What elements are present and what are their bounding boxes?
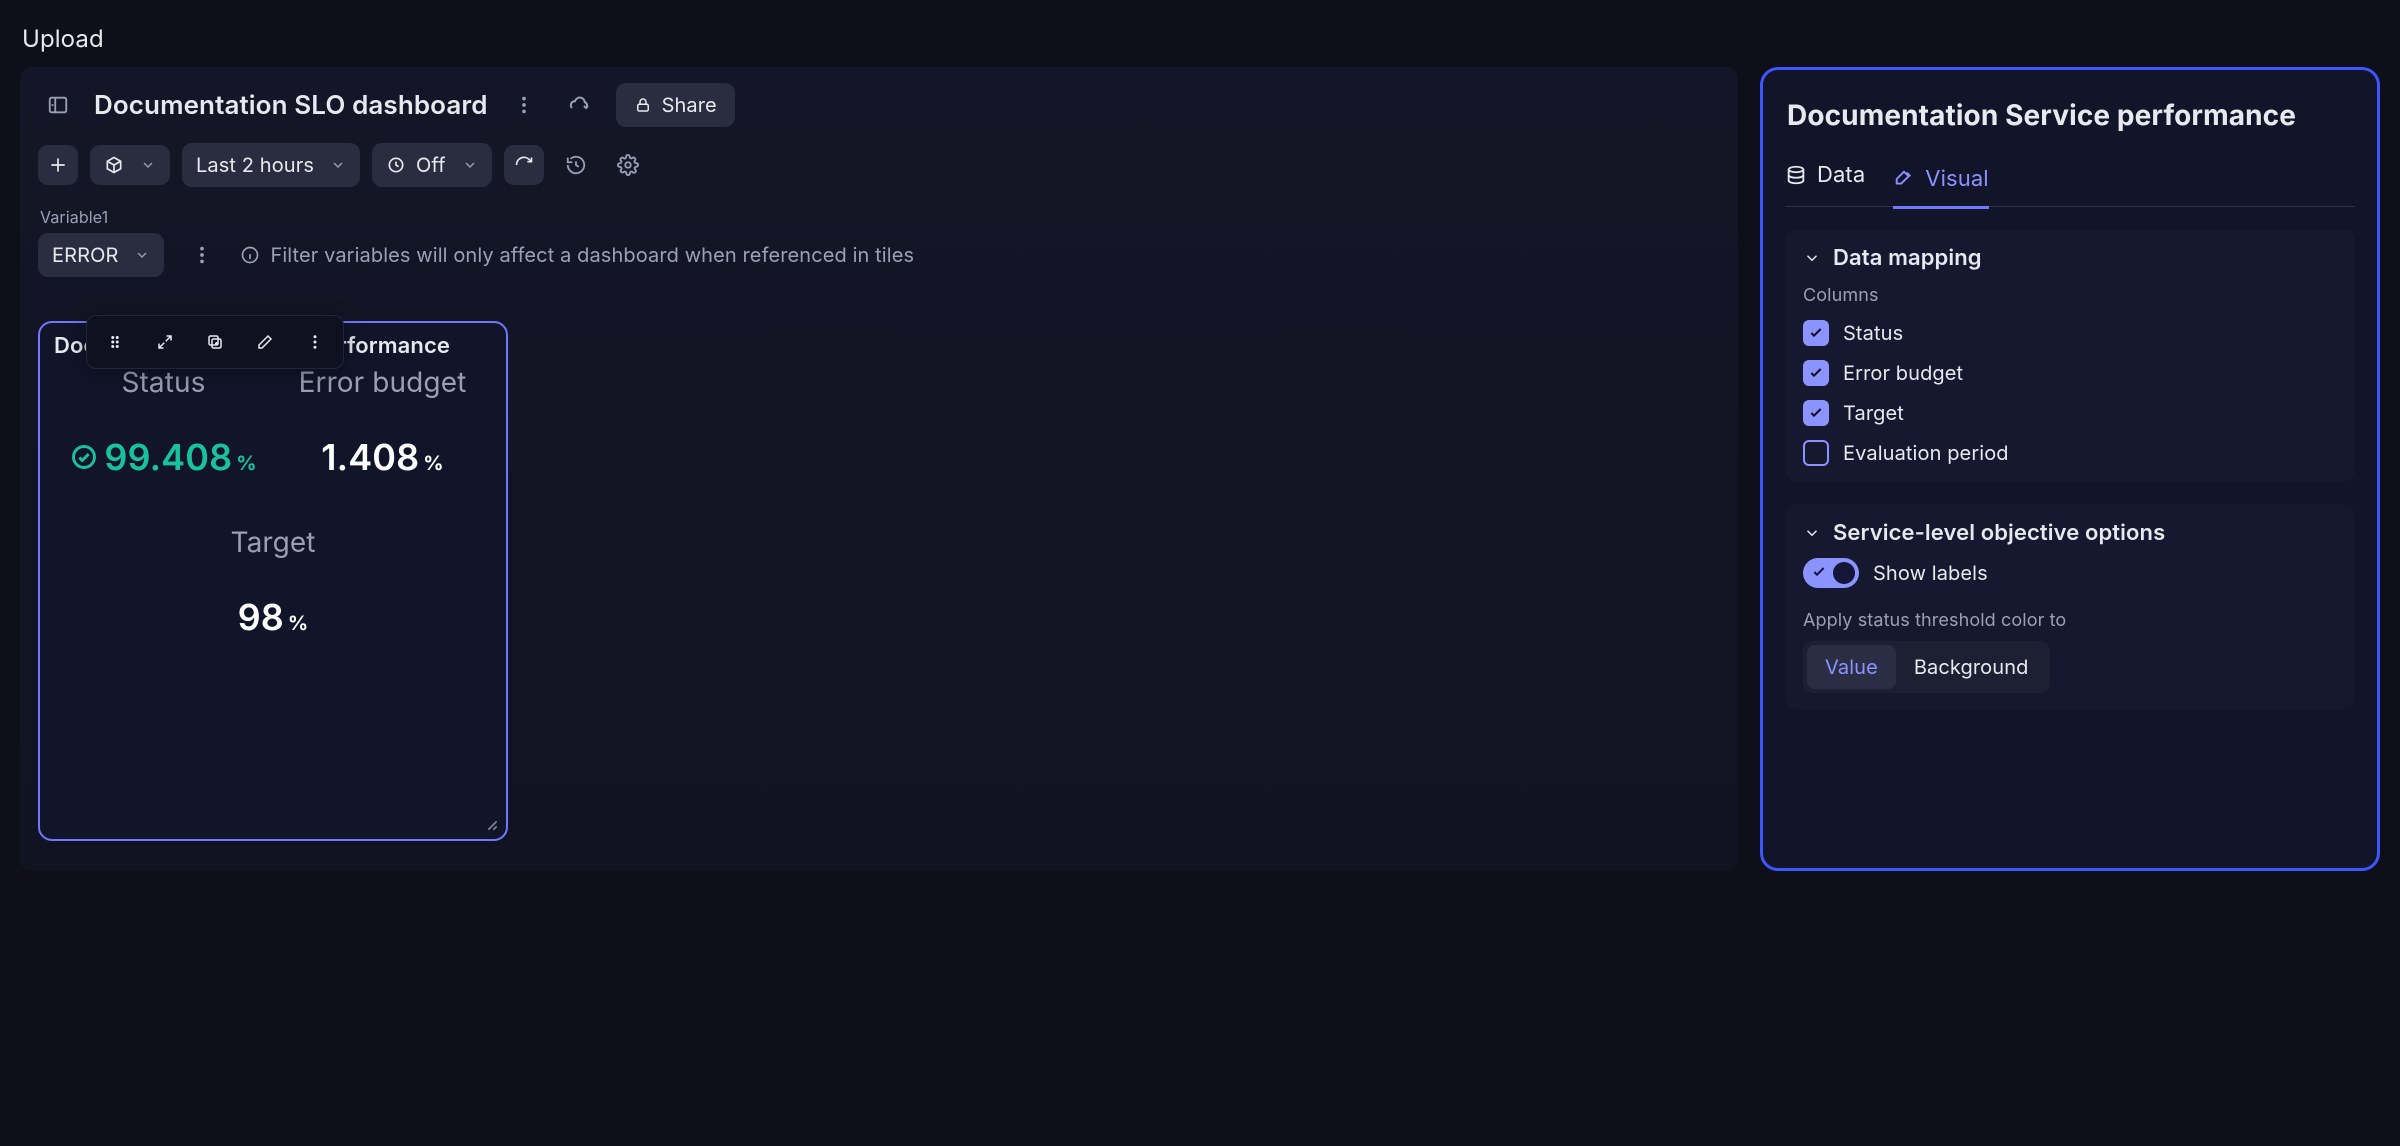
variable-value-select[interactable]: ERROR <box>38 233 164 277</box>
chevron-down-icon <box>462 157 478 173</box>
slo-options-title: Service-level objective options <box>1833 520 2165 546</box>
segment-value[interactable]: Value <box>1807 645 1896 689</box>
variable-value: ERROR <box>52 243 118 267</box>
duplicate-icon[interactable] <box>195 322 235 362</box>
column-label: Error budget <box>1843 361 1963 385</box>
columns-label: Columns <box>1803 285 2337 306</box>
auto-refresh-label: Off <box>416 153 446 177</box>
error-budget-label: Error budget <box>299 365 467 399</box>
column-checkbox[interactable]: Evaluation period <box>1803 440 2337 466</box>
show-labels-toggle[interactable] <box>1803 558 1859 588</box>
column-label: Target <box>1843 401 1904 425</box>
info-icon <box>240 245 260 265</box>
dashboard-title[interactable]: Documentation SLO dashboard <box>94 90 488 121</box>
chevron-down-icon <box>330 157 346 173</box>
refresh-button[interactable] <box>504 145 544 185</box>
tab-visual-label: Visual <box>1925 166 1988 192</box>
section-slo-options: Service-level objective options Show lab… <box>1785 504 2355 709</box>
tile-toolbar <box>86 315 344 369</box>
chevron-down-icon <box>1803 249 1821 267</box>
column-checkbox[interactable]: Status <box>1803 320 2337 346</box>
filter-note: Filter variables will only affect a dash… <box>240 243 914 267</box>
settings-icon[interactable] <box>608 145 648 185</box>
time-range-select[interactable]: Last 2 hours <box>182 143 360 187</box>
variable-more-icon[interactable] <box>182 235 222 275</box>
share-button[interactable]: Share <box>616 83 735 127</box>
segment-select[interactable] <box>90 145 170 185</box>
status-label: Status <box>121 365 205 399</box>
auto-refresh-select[interactable]: Off <box>372 143 492 187</box>
upload-label[interactable]: Upload <box>20 18 2380 67</box>
checkbox-icon <box>1803 360 1829 386</box>
chevron-down-icon <box>1803 524 1821 542</box>
threshold-color-segmented: Value Background <box>1803 641 2050 693</box>
add-button[interactable] <box>38 145 78 185</box>
edit-pencil-icon[interactable] <box>245 322 285 362</box>
column-label: Evaluation period <box>1843 441 2009 465</box>
history-icon[interactable] <box>556 145 596 185</box>
status-value: 99.408% <box>70 435 256 479</box>
cube-icon <box>104 155 124 175</box>
apply-threshold-label: Apply status threshold color to <box>1803 610 2337 631</box>
collapse-sidebar-icon[interactable] <box>38 85 78 125</box>
checkbox-icon <box>1803 440 1829 466</box>
tile-more-icon[interactable] <box>295 322 335 362</box>
status-ok-icon <box>70 443 98 471</box>
column-label: Status <box>1843 321 1903 345</box>
target-value: 98% <box>238 595 309 639</box>
database-icon <box>1785 164 1807 186</box>
slo-tile[interactable]: Documentation Service performance Status… <box>38 321 508 841</box>
share-label: Share <box>662 93 717 117</box>
chevron-down-icon <box>140 157 156 173</box>
variable-label: Variable1 <box>40 207 1718 227</box>
sidepanel-title: Documentation Service performance <box>1787 98 2353 132</box>
refresh-clock-icon <box>386 155 406 175</box>
segment-background[interactable]: Background <box>1896 645 2047 689</box>
visual-options-panel: Documentation Service performance Data V… <box>1760 67 2380 871</box>
dashboard-panel: Documentation SLO dashboard Share <box>20 67 1738 871</box>
expand-icon[interactable] <box>145 322 185 362</box>
filter-note-text: Filter variables will only affect a dash… <box>270 243 914 267</box>
data-mapping-title: Data mapping <box>1833 245 1982 271</box>
tab-visual[interactable]: Visual <box>1893 162 1988 209</box>
target-label: Target <box>230 525 315 559</box>
slo-options-toggle[interactable]: Service-level objective options <box>1803 520 2337 546</box>
column-checkbox[interactable]: Error budget <box>1803 360 2337 386</box>
tab-data[interactable]: Data <box>1785 162 1865 198</box>
checkbox-icon <box>1803 320 1829 346</box>
more-vertical-icon[interactable] <box>504 85 544 125</box>
time-range-label: Last 2 hours <box>196 153 314 177</box>
section-data-mapping: Data mapping Columns Status Error budget T… <box>1785 229 2355 482</box>
cloud-sync-icon[interactable] <box>560 85 600 125</box>
checkbox-icon <box>1803 400 1829 426</box>
show-labels-label: Show labels <box>1873 561 1988 585</box>
chevron-down-icon <box>134 247 150 263</box>
data-mapping-toggle[interactable]: Data mapping <box>1803 245 2337 271</box>
lock-icon <box>634 96 652 114</box>
tab-data-label: Data <box>1817 162 1865 188</box>
error-budget-value: 1.408% <box>321 435 443 479</box>
drag-handle-icon[interactable] <box>95 322 135 362</box>
paint-icon <box>1893 168 1915 190</box>
column-checkbox[interactable]: Target <box>1803 400 2337 426</box>
resize-handle-icon[interactable] <box>480 813 500 833</box>
